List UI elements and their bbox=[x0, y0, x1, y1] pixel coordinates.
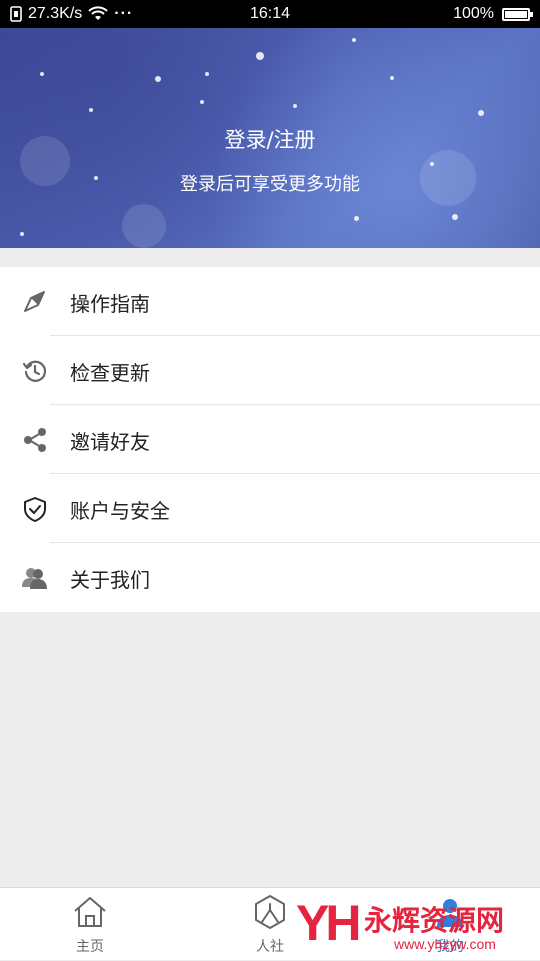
status-left: 27.3K/s ··· bbox=[10, 5, 133, 23]
menu-item-account-security[interactable]: 账户与安全 bbox=[0, 474, 540, 543]
compass-icon bbox=[24, 291, 45, 312]
settings-menu: 操作指南 检查更新 邀请好友 账户与安全 关于我们 bbox=[0, 267, 540, 612]
clock-refresh-icon bbox=[22, 360, 47, 382]
status-right: 100% bbox=[453, 5, 533, 23]
sim-icon bbox=[10, 6, 22, 22]
banner-star bbox=[155, 76, 161, 82]
menu-item-guide[interactable]: 操作指南 bbox=[0, 267, 540, 336]
watermark-text: 永辉资源网 bbox=[364, 904, 505, 937]
banner-star bbox=[390, 76, 394, 80]
banner-star bbox=[200, 100, 204, 104]
banner-star bbox=[352, 38, 356, 42]
menu-item-check-update[interactable]: 检查更新 bbox=[0, 336, 540, 405]
banner-star bbox=[205, 72, 209, 76]
menu-item-invite-friends[interactable]: 邀请好友 bbox=[0, 405, 540, 474]
share-icon bbox=[24, 428, 46, 452]
menu-item-label: 关于我们 bbox=[70, 568, 150, 592]
login-register-title[interactable]: 登录/注册 bbox=[0, 124, 540, 154]
login-subtitle: 登录后可享受更多功能 bbox=[180, 174, 360, 195]
banner-star bbox=[430, 162, 434, 166]
banner-star bbox=[89, 108, 93, 112]
network-speed: 27.3K/s bbox=[28, 5, 83, 22]
person-hexagon-icon bbox=[255, 895, 285, 929]
wifi-icon bbox=[88, 6, 108, 20]
status-bar: 27.3K/s ··· 16:14 100% bbox=[0, 0, 540, 28]
banner-star bbox=[354, 216, 359, 221]
menu-item-label: 邀请好友 bbox=[70, 430, 150, 454]
banner-star bbox=[40, 72, 44, 76]
battery-percent: 100% bbox=[453, 5, 494, 22]
banner-bokeh bbox=[122, 204, 166, 248]
menu-item-label: 账户与安全 bbox=[70, 499, 170, 523]
nav-label: 主页 bbox=[76, 939, 104, 955]
menu-item-label: 操作指南 bbox=[70, 292, 150, 316]
menu-item-label: 检查更新 bbox=[70, 361, 150, 385]
banner-star bbox=[293, 104, 297, 108]
watermark-logo: YH bbox=[296, 895, 361, 951]
banner-star bbox=[256, 52, 264, 60]
login-banner[interactable]: 登录/注册 登录后可享受更多功能 bbox=[0, 28, 540, 248]
nav-item-home[interactable]: 主页 bbox=[45, 888, 135, 961]
more-dots: ··· bbox=[114, 5, 134, 22]
banner-star bbox=[20, 232, 24, 236]
home-icon bbox=[74, 897, 106, 927]
banner-star bbox=[478, 110, 484, 116]
shield-check-icon bbox=[24, 497, 46, 522]
watermark-url: www.yhzyw.com bbox=[394, 936, 496, 952]
menu-item-about-us[interactable]: 关于我们 bbox=[0, 543, 540, 612]
banner-star bbox=[452, 214, 458, 220]
battery-icon bbox=[502, 7, 533, 21]
users-icon bbox=[22, 568, 47, 589]
watermark: YH 永辉资源网 www.yhzyw.com bbox=[296, 893, 536, 959]
